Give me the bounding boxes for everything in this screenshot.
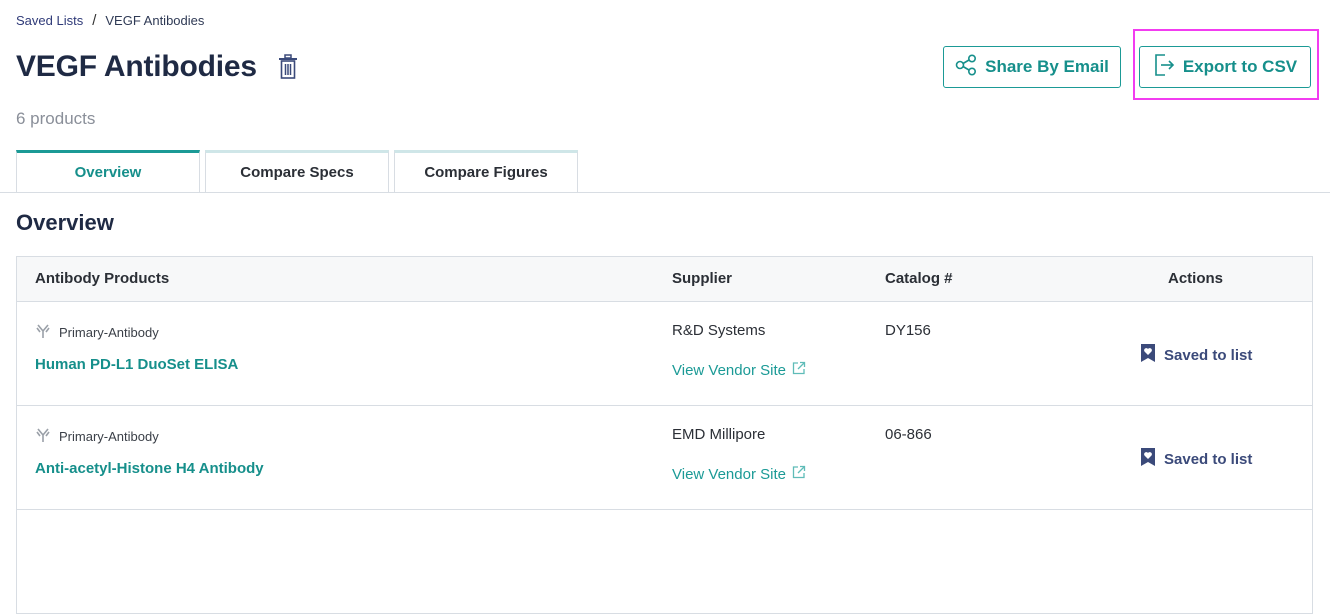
tab-bar: Overview Compare Specs Compare Figures xyxy=(16,150,578,192)
breadcrumb: Saved Lists / VEGF Antibodies xyxy=(16,12,204,29)
saved-to-list-button[interactable]: Saved to list xyxy=(1140,343,1252,367)
share-by-email-label: Share By Email xyxy=(985,57,1109,76)
product-type: Primary-Antibody xyxy=(35,323,159,342)
title-row: VEGF Antibodies xyxy=(16,50,299,84)
antibody-icon xyxy=(35,323,51,342)
trash-icon[interactable] xyxy=(277,54,299,80)
table-header: Antibody Products Supplier Catalog # Act… xyxy=(17,257,1312,302)
tab-compare-figures[interactable]: Compare Figures xyxy=(394,150,578,192)
header-antibody-products: Antibody Products xyxy=(35,270,170,287)
share-by-email-button[interactable]: Share By Email xyxy=(943,46,1121,88)
section-title: Overview xyxy=(16,210,114,235)
catalog-number: 06-866 xyxy=(885,426,932,443)
share-icon xyxy=(955,53,977,81)
tab-compare-specs[interactable]: Compare Specs xyxy=(205,150,389,192)
breadcrumb-saved-lists[interactable]: Saved Lists xyxy=(16,13,83,28)
export-to-csv-button[interactable]: Export to CSV xyxy=(1139,46,1311,88)
product-type-label: Primary-Antibody xyxy=(59,429,159,444)
saved-to-list-label: Saved to list xyxy=(1164,450,1253,468)
header-catalog: Catalog # xyxy=(885,270,953,287)
view-vendor-site-link[interactable]: View Vendor Site xyxy=(672,361,806,379)
breadcrumb-separator: / xyxy=(92,12,97,29)
bookmark-heart-icon xyxy=(1140,447,1156,471)
saved-to-list-button[interactable]: Saved to list xyxy=(1140,447,1252,471)
products-table: Antibody Products Supplier Catalog # Act… xyxy=(16,256,1313,614)
catalog-number: DY156 xyxy=(885,322,931,339)
view-vendor-site-link[interactable]: View Vendor Site xyxy=(672,465,806,483)
antibody-icon xyxy=(35,427,51,446)
product-type: Primary-Antibody xyxy=(35,427,159,446)
header-actions: Actions xyxy=(1168,270,1224,287)
external-link-icon xyxy=(792,465,806,483)
saved-to-list-label: Saved to list xyxy=(1164,346,1253,364)
supplier-name: R&D Systems xyxy=(672,322,766,339)
product-type-label: Primary-Antibody xyxy=(59,325,159,340)
view-vendor-site-label: View Vendor Site xyxy=(672,361,786,379)
product-name-link[interactable]: Anti-acetyl-Histone H4 Antibody xyxy=(35,460,264,477)
bookmark-heart-icon xyxy=(1140,343,1156,367)
breadcrumb-current: VEGF Antibodies xyxy=(105,13,205,28)
view-vendor-site-label: View Vendor Site xyxy=(672,465,786,483)
tab-divider xyxy=(0,192,1330,193)
supplier-name: EMD Millipore xyxy=(672,426,766,443)
product-name-link[interactable]: Human PD-L1 DuoSet ELISA xyxy=(35,356,238,373)
export-icon xyxy=(1153,53,1175,82)
table-row: Primary-Antibody Human PD-L1 DuoSet ELIS… xyxy=(17,302,1312,406)
page-title: VEGF Antibodies xyxy=(16,50,257,83)
product-count: 6 products xyxy=(16,109,96,128)
tab-overview[interactable]: Overview xyxy=(16,150,200,192)
header-supplier: Supplier xyxy=(672,270,733,287)
table-row: Primary-Antibody Anti-acetyl-Histone H4 … xyxy=(17,406,1312,510)
export-to-csv-label: Export to CSV xyxy=(1182,57,1298,76)
external-link-icon xyxy=(792,361,806,379)
table-row xyxy=(17,510,1312,614)
